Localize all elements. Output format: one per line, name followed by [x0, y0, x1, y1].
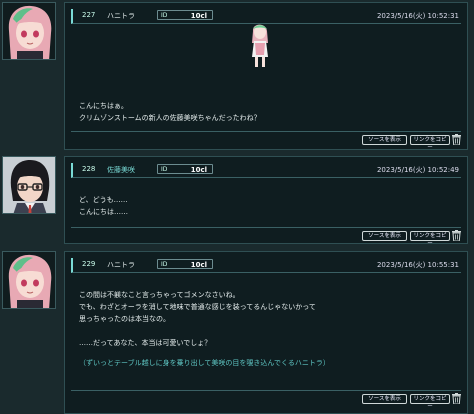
- post-line: この間は不躾なこと言っちゃってゴメンなさいね。: [79, 291, 240, 299]
- post-line: こんにちは……: [79, 208, 128, 216]
- post-line: こんにちはぁ。: [79, 102, 128, 110]
- post-line: ど、どうも……: [79, 196, 128, 204]
- copy-link-button[interactable]: リンクをコピー: [410, 135, 450, 151]
- copy-link-button[interactable]: リンクをコピー: [410, 231, 450, 247]
- id-value: 10cl: [190, 261, 207, 269]
- post-card: 227 ハニトラ ID 10cl 2023/5/16(火) 10:52:31 こ…: [64, 2, 468, 151]
- post-number: 229: [82, 260, 96, 268]
- action-line: （ずいっとテーブル越しに身を乗り出して美咲の目を覗き込んでくるハニトラ）: [79, 359, 330, 367]
- post-header: 228 佐藤美咲 ID 10cl 2023/5/16(火) 10:52:49: [71, 163, 461, 178]
- post-228: 228 佐藤美咲 ID 10cl 2023/5/16(火) 10:52:49 ど…: [0, 154, 474, 247]
- post-card: 229 ハニトラ ID 10cl 2023/5/16(火) 10:55:31 こ…: [64, 251, 468, 414]
- trash-icon[interactable]: [452, 393, 461, 404]
- post-line: クリムゾンストームの新人の佐藤美咲ちゃんだったわね？: [79, 114, 261, 122]
- post-number: 227: [82, 11, 96, 19]
- id-box: ID 10cl: [157, 259, 213, 269]
- post-number: 228: [82, 165, 96, 173]
- id-label: ID: [161, 12, 168, 19]
- poster-name: ハニトラ: [107, 12, 135, 20]
- post-line: ……だってあなた、本当は可愛いでしょ？: [79, 339, 212, 347]
- post-date: 2023/5/16(火) 10:55:31: [376, 261, 459, 269]
- post-line: [79, 325, 453, 337]
- post-card: 228 佐藤美咲 ID 10cl 2023/5/16(火) 10:52:49 ど…: [64, 156, 468, 247]
- post-footer: ソースを表示 リンクをコピー: [71, 131, 461, 151]
- copy-link-button[interactable]: リンクをコピー: [410, 394, 450, 410]
- id-box: ID 10cl: [157, 164, 213, 174]
- avatar-sato-misaki[interactable]: [2, 156, 56, 214]
- id-box: ID 10cl: [157, 10, 213, 20]
- character-sprite: [252, 24, 268, 67]
- trash-icon[interactable]: [452, 230, 461, 241]
- show-source-button[interactable]: ソースを表示: [362, 231, 407, 241]
- id-value: 10cl: [190, 12, 207, 20]
- post-body: こんにちはぁ。 クリムゾンストームの新人の佐藤美咲ちゃんだったわね？: [79, 100, 453, 124]
- show-source-button[interactable]: ソースを表示: [362, 135, 407, 145]
- id-label: ID: [161, 166, 168, 173]
- post-footer: ソースを表示 リンクをコピー: [71, 227, 461, 247]
- post-date: 2023/5/16(火) 10:52:49: [376, 166, 459, 174]
- post-body: この間は不躾なこと言っちゃってゴメンなさいね。 でも、わざとオーラを消して地味で…: [79, 289, 453, 369]
- poster-name: ハニトラ: [107, 261, 135, 269]
- post-line: でも、わざとオーラを消して地味で普通な感じを装ってるんじゃないかって: [79, 303, 316, 311]
- post-line: 思っちゃったのは本当なの。: [79, 315, 170, 323]
- post-body: ど、どうも…… こんにちは……: [79, 194, 453, 218]
- post-229: 229 ハニトラ ID 10cl 2023/5/16(火) 10:55:31 こ…: [0, 249, 474, 414]
- post-header: 229 ハニトラ ID 10cl 2023/5/16(火) 10:55:31: [71, 258, 461, 273]
- trash-icon[interactable]: [452, 134, 461, 145]
- post-footer: ソースを表示 リンクをコピー: [71, 390, 461, 410]
- avatar-honeytrap[interactable]: [2, 2, 56, 60]
- poster-name: 佐藤美咲: [107, 166, 135, 174]
- id-value: 10cl: [190, 166, 207, 174]
- show-source-button[interactable]: ソースを表示: [362, 394, 407, 404]
- id-label: ID: [161, 261, 168, 268]
- post-date: 2023/5/16(火) 10:52:31: [376, 12, 459, 20]
- post-227: 227 ハニトラ ID 10cl 2023/5/16(火) 10:52:31 こ…: [0, 0, 474, 152]
- avatar-honeytrap[interactable]: [2, 251, 56, 309]
